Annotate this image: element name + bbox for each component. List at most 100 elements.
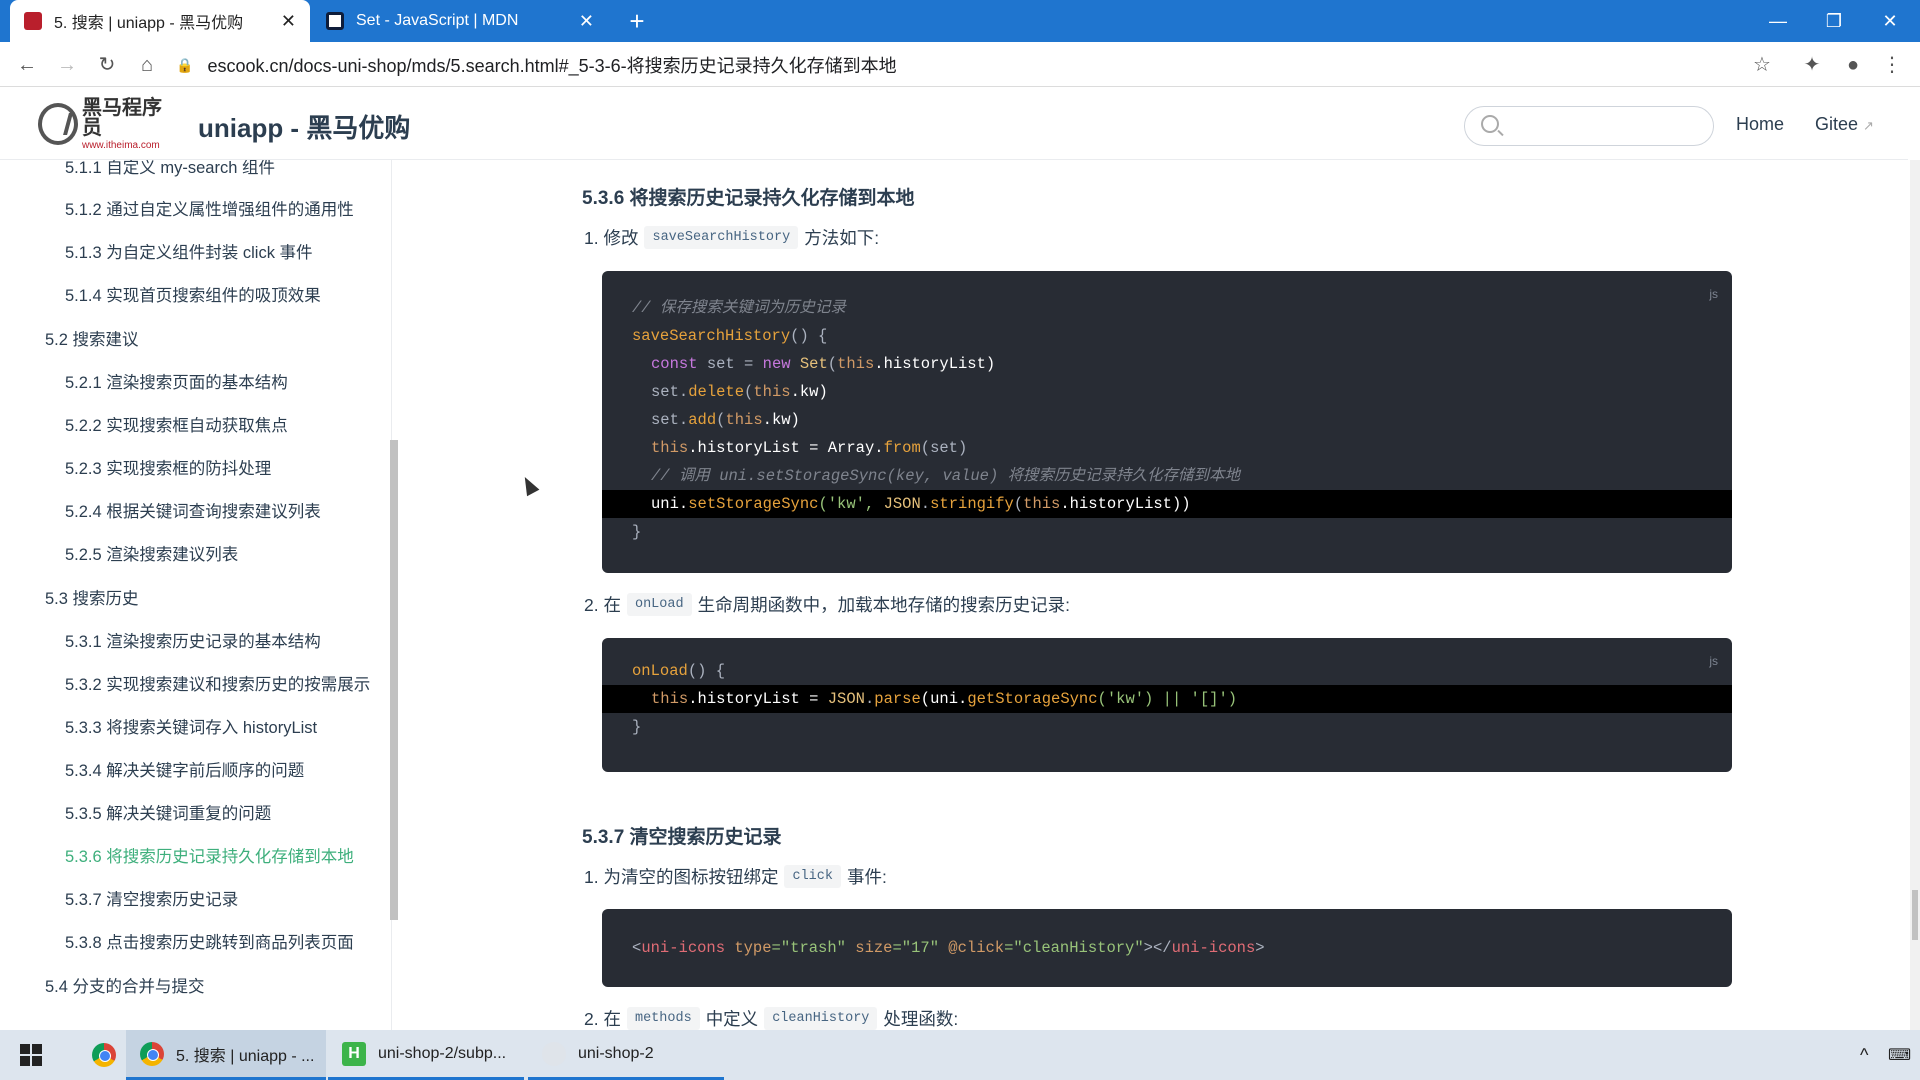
code-line: <uni-icons type="trash" size="17" @click… <box>632 939 1265 957</box>
tab-uniapp-search[interactable]: 5. 搜索 | uniapp - 黑马优购 ✕ <box>10 0 310 42</box>
terminal-icon <box>542 1041 566 1066</box>
step-prefix: 2. 在 <box>584 595 621 615</box>
inline-code: click <box>784 865 841 888</box>
inline-code: onLoad <box>626 593 692 616</box>
tab-title: Set - JavaScript | MDN <box>356 12 519 29</box>
back-icon[interactable]: ← <box>12 50 42 80</box>
code-block-onload: js onLoad() { this.historyList = JSON.pa… <box>602 638 1732 772</box>
url-text: escook.cn/docs-uni-shop/mds/5.search.htm… <box>207 56 897 76</box>
taskbar-item-hbuilder[interactable]: H uni-shop-2/subp... <box>328 1030 524 1080</box>
tab-title: 5. 搜索 | uniapp - 黑马优购 <box>54 15 244 32</box>
sidebar-scrollbar[interactable] <box>390 440 398 920</box>
code-line: set.delete(this.kw) <box>651 383 828 401</box>
code-line: const set = new Set(this.historyList) <box>651 355 996 373</box>
sidebar-item-5-2-3[interactable]: 5.2.3 实现搜索框的防抖处理 <box>65 455 271 479</box>
site-title[interactable]: uniapp - 黑马优购 <box>198 108 410 145</box>
profile-icon[interactable]: ● <box>1838 50 1868 80</box>
windows-start-icon[interactable] <box>20 1044 42 1066</box>
minimize-button[interactable]: — <box>1750 0 1806 42</box>
page-scrollbar[interactable] <box>1910 160 1920 1030</box>
reload-icon[interactable]: ↻ <box>92 50 122 80</box>
browser-toolbar: ← → ↻ ⌂ 🔒 escook.cn/docs-uni-shop/mds/5.… <box>0 42 1920 87</box>
sidebar-item-5-2-2[interactable]: 5.2.2 实现搜索框自动获取焦点 <box>65 412 288 436</box>
itheima-logo[interactable]: 黑马程序员 www.itheima.com <box>38 98 176 150</box>
sidebar-item-5-3-3[interactable]: 5.3.3 将搜索关键词存入 historyList <box>65 714 317 738</box>
nav-gitee-link[interactable]: Gitee ↗ <box>1815 114 1874 135</box>
search-input[interactable] <box>1464 106 1714 146</box>
sidebar-item-5-1-4[interactable]: 5.1.4 实现首页搜索组件的吸顶效果 <box>65 282 321 306</box>
sidebar-item-5-3-6[interactable]: 5.3.6 将搜索历史记录持久化存储到本地 <box>65 843 354 867</box>
step-suffix: 方法如下: <box>804 228 880 248</box>
step-4-text: 2. 在 methods 中定义 cleanHistory 处理函数: <box>584 1006 958 1030</box>
mdn-favicon-icon <box>326 12 344 30</box>
page-scrollbar-thumb[interactable] <box>1912 890 1918 940</box>
new-tab-button[interactable]: + <box>622 6 652 36</box>
search-icon <box>1481 115 1499 133</box>
sidebar-item-5-3-5[interactable]: 5.3.5 解决关键词重复的问题 <box>65 800 271 824</box>
sidebar-item-5-1-1[interactable]: 5.1.1 自定义 my-search 组件 <box>65 160 275 178</box>
restore-button[interactable]: ❐ <box>1806 0 1862 42</box>
inline-code: methods <box>626 1007 700 1030</box>
logo-url: www.itheima.com <box>81 139 160 151</box>
step-1-text: 1. 修改 saveSearchHistory 方法如下: <box>584 225 879 250</box>
tab-close-icon[interactable]: ✕ <box>579 11 594 32</box>
sidebar-item-5-3-1[interactable]: 5.3.1 渲染搜索历史记录的基本结构 <box>65 628 321 652</box>
forward-icon[interactable]: → <box>52 50 82 80</box>
step-prefix: 1. 为清空的图标按钮绑定 <box>584 867 779 887</box>
code-line: } <box>632 523 642 541</box>
taskbar-item-chrome-window[interactable]: 5. 搜索 | uniapp - ... <box>126 1030 326 1080</box>
sidebar-item-5-2-5[interactable]: 5.2.5 渲染搜索建议列表 <box>65 541 238 565</box>
code-line: saveSearchHistory() { <box>632 327 828 345</box>
inline-code: saveSearchHistory <box>644 226 799 249</box>
sidebar-item-5-4[interactable]: 5.4 分支的合并与提交 <box>45 973 205 997</box>
step-suffix: 处理函数: <box>883 1009 959 1029</box>
sidebar-item-5-3[interactable]: 5.3 搜索历史 <box>45 585 139 609</box>
sidebar-item-5-3-2[interactable]: 5.3.2 实现搜索建议和搜索历史的按需展示 <box>65 671 370 695</box>
code-block-uni-icons: <uni-icons type="trash" size="17" @click… <box>602 909 1732 987</box>
browser-menu-icon[interactable]: ⋮ <box>1877 50 1907 80</box>
tab-mdn-set[interactable]: Set - JavaScript | MDN ✕ <box>312 0 608 42</box>
nav-home-link[interactable]: Home <box>1736 114 1784 135</box>
inline-code: cleanHistory <box>764 1007 878 1030</box>
sidebar-item-5-3-4[interactable]: 5.3.4 解决关键字前后顺序的问题 <box>65 757 304 781</box>
section-heading-5-3-7: 5.3.7 清空搜索历史记录 <box>582 827 782 848</box>
code-line: // 调用 uni.setStorageSync(key, value) 将搜索… <box>651 467 1241 485</box>
sidebar-item-5-3-7[interactable]: 5.3.7 清空搜索历史记录 <box>65 886 238 910</box>
chrome-icon <box>140 1041 164 1066</box>
code-block-save-history: js // 保存搜索关键词为历史记录 saveSearchHistory() {… <box>602 271 1732 573</box>
sidebar-item-5-1-2[interactable]: 5.1.2 通过自定义属性增强组件的通用性 <box>65 196 354 220</box>
step-suffix: 生命周期函数中，加载本地存储的搜索历史记录: <box>697 595 1070 615</box>
sidebar: 5.1.1 自定义 my-search 组件 5.1.2 通过自定义属性增强组件… <box>0 160 392 1030</box>
lock-icon: 🔒 <box>176 56 194 73</box>
code-line: set.add(this.kw) <box>651 411 800 429</box>
sidebar-item-5-2-1[interactable]: 5.2.1 渲染搜索页面的基本结构 <box>65 369 288 393</box>
code-line: onLoad() { <box>632 662 726 680</box>
address-bar[interactable]: 🔒 escook.cn/docs-uni-shop/mds/5.search.h… <box>176 47 1786 83</box>
logo-text: 黑马程序员 <box>81 96 162 139</box>
taskbar-item-terminal[interactable]: uni-shop-2 <box>528 1030 724 1080</box>
taskbar-item-label: 5. 搜索 | uniapp - ... <box>176 1047 315 1065</box>
itheima-logo-icon <box>38 103 78 145</box>
step-suffix: 事件: <box>846 867 887 887</box>
site-favicon-icon <box>24 12 42 30</box>
code-line: // 保存搜索关键词为历史记录 <box>632 299 846 317</box>
step-prefix: 2. 在 <box>584 1009 621 1029</box>
step-mid: 中定义 <box>705 1009 759 1029</box>
extensions-icon[interactable]: ✦ <box>1797 50 1827 80</box>
taskbar-chrome-pinned[interactable] <box>78 1030 130 1080</box>
sidebar-item-5-2[interactable]: 5.2 搜索建议 <box>45 326 139 350</box>
step-2-text: 2. 在 onLoad 生命周期函数中，加载本地存储的搜索历史记录: <box>584 592 1070 617</box>
tab-close-icon[interactable]: ✕ <box>281 11 296 32</box>
sidebar-item-5-3-8[interactable]: 5.3.8 点击搜索历史跳转到商品列表页面 <box>65 929 354 953</box>
home-icon[interactable]: ⌂ <box>132 50 162 80</box>
external-link-icon: ↗ <box>1863 118 1874 133</box>
taskbar-item-label: uni-shop-2 <box>578 1044 654 1062</box>
bookmark-star-icon[interactable]: ☆ <box>1747 50 1777 80</box>
gitee-label: Gitee <box>1815 114 1859 134</box>
tray-expand-icon[interactable]: ^ <box>1860 1030 1880 1080</box>
sidebar-item-5-2-4[interactable]: 5.2.4 根据关键词查询搜索建议列表 <box>65 498 321 522</box>
sidebar-item-5-1-3[interactable]: 5.1.3 为自定义组件封装 click 事件 <box>65 239 313 263</box>
input-method-icon[interactable]: ⌨ <box>1888 1030 1912 1080</box>
window-close-button[interactable]: ✕ <box>1862 0 1918 42</box>
site-header: 黑马程序员 www.itheima.com uniapp - 黑马优购 Home… <box>0 88 1908 160</box>
